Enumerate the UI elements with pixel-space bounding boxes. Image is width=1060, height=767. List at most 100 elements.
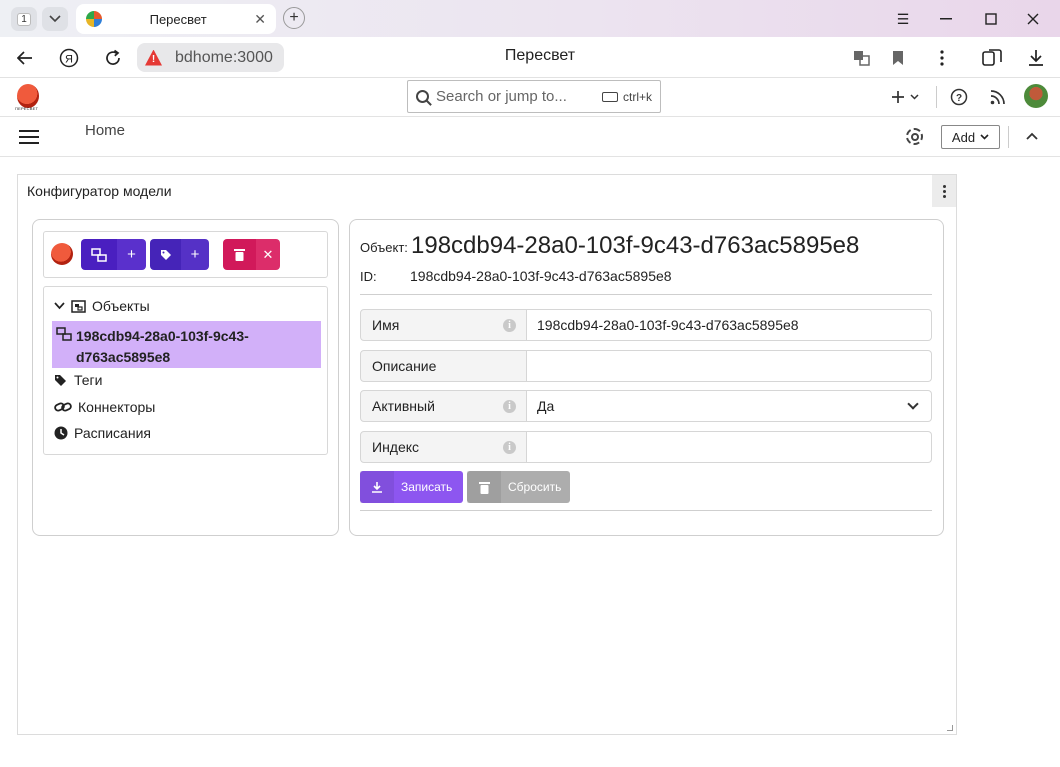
app-logo[interactable] (17, 84, 39, 108)
search-placeholder: Search or jump to... (436, 88, 567, 105)
delete-button-group: ✕ (223, 239, 280, 270)
tab-list-chevron-icon[interactable] (42, 7, 68, 31)
index-field-label: Индекс i (360, 431, 527, 463)
name-field[interactable]: 198cdb94-28a0-103f-9c43-d763ac5895e8 (527, 309, 932, 341)
minimize-icon[interactable] (934, 8, 958, 30)
url-field[interactable]: ! bdhome:3000 (137, 43, 284, 72)
reset-button[interactable]: Сбросить (467, 471, 570, 503)
field-label-text: Имя (372, 317, 400, 333)
tab-counter[interactable]: 1 (11, 7, 37, 31)
toolbar-logo (51, 243, 73, 265)
reload-icon[interactable] (101, 46, 125, 70)
object-node-icon (56, 327, 72, 341)
active-field-row: Активный i Да (360, 390, 932, 422)
search-shortcut-label: ctrl+k (622, 89, 652, 104)
tree-item-label: Расписания (74, 425, 151, 441)
tab-title: Пересвет (149, 11, 207, 27)
address-bar: Я ! bdhome:3000 Пересвет (0, 37, 1060, 78)
user-avatar[interactable] (1024, 84, 1048, 108)
maximize-icon[interactable] (979, 8, 1003, 30)
index-field[interactable] (527, 431, 932, 463)
tags-icon (55, 374, 66, 386)
panel-menu-icon[interactable] (932, 175, 956, 207)
field-value-text: Да (537, 398, 555, 414)
header-divider (936, 86, 937, 108)
tree-selected-label: 198cdb94-28a0-103f-9c43-d763ac5895e8 (76, 328, 249, 365)
index-field-row: Индекс i (360, 431, 932, 463)
description-field-row: Описание (360, 350, 932, 382)
sub-header: Home Add (0, 117, 1060, 157)
add-tag-button[interactable]: + (181, 239, 209, 270)
clock-icon (54, 426, 68, 440)
yandex-icon[interactable]: Я (57, 46, 81, 70)
collapse-chevron-icon[interactable] (1026, 127, 1038, 144)
trash-icon (234, 249, 245, 261)
field-label-text: Описание (372, 358, 437, 374)
object-icon-button[interactable] (81, 239, 117, 270)
id-value: 198cdb94-28a0-103f-9c43-d763ac5895e8 (410, 268, 672, 284)
panel-title: Конфигуратор модели (27, 183, 172, 199)
object-tree: Объекты 198cdb94-28a0-103f-9c43-d763ac58… (43, 286, 328, 455)
tag-button-group: + (150, 239, 209, 270)
reset-button-label: Сбросить (508, 480, 562, 494)
bookmark-icon[interactable] (886, 46, 910, 70)
back-icon[interactable] (13, 46, 37, 70)
chevron-down-icon (907, 398, 919, 410)
subheader-divider (1008, 126, 1009, 148)
info-icon[interactable]: i (503, 441, 516, 454)
svg-text:?: ? (956, 93, 962, 104)
new-tab-icon[interactable]: + (283, 7, 305, 29)
logo-caption: ПЕРЕСВЕТ (15, 106, 39, 111)
object-tree-icon (91, 247, 107, 262)
tree-item-schedules[interactable]: Расписания (54, 425, 151, 441)
tree-root-objects[interactable]: Объекты (54, 298, 150, 314)
add-button-label: Add (951, 129, 976, 145)
id-label: ID: (360, 269, 377, 284)
close-window-icon[interactable] (1021, 8, 1045, 30)
insecure-warning-icon[interactable]: ! (145, 49, 162, 66)
object-button-group: + (81, 239, 146, 270)
url-text: bdhome:3000 (175, 48, 273, 66)
description-field-label: Описание (360, 350, 527, 382)
create-new-dropdown[interactable] (890, 85, 922, 109)
chevron-down-icon[interactable] (54, 302, 65, 310)
search-input[interactable]: Search or jump to... ctrl+k (407, 80, 661, 113)
tree-toolbar: + + ✕ (43, 231, 328, 278)
app-header: ПЕРЕСВЕТ Search or jump to... ctrl+k ? (0, 78, 1060, 117)
add-object-button[interactable]: + (117, 239, 146, 270)
object-label: Объект: (360, 240, 408, 255)
save-button[interactable]: Записать (360, 471, 463, 503)
active-tab[interactable]: Пересвет ✕ (76, 4, 276, 34)
tree-item-tags[interactable]: Теги (54, 372, 102, 388)
menu-icon[interactable]: ☰ (891, 8, 915, 30)
active-select[interactable]: Да (527, 390, 932, 422)
page-title: Пересвет (504, 47, 576, 64)
news-feed-icon[interactable] (988, 85, 1008, 109)
delete-button[interactable] (223, 239, 256, 270)
tree-item-label: Теги (74, 372, 103, 388)
tree-item-label: Коннекторы (78, 399, 156, 415)
collections-icon[interactable] (980, 46, 1004, 70)
download-icon (360, 471, 394, 503)
downloads-icon[interactable] (1024, 46, 1048, 70)
description-field[interactable] (527, 350, 932, 382)
tree-selected-item[interactable]: 198cdb94-28a0-103f-9c43-d763ac5895e8 (52, 321, 321, 368)
keyboard-icon (601, 91, 618, 102)
more-vertical-icon[interactable] (930, 46, 954, 70)
hamburger-menu-icon[interactable] (19, 130, 39, 144)
tree-item-connectors[interactable]: Коннекторы (54, 399, 155, 415)
tag-icon-button[interactable] (150, 239, 181, 270)
field-label-text: Активный (372, 398, 435, 414)
help-icon[interactable]: ? (949, 85, 969, 109)
add-button[interactable]: Add (941, 125, 1000, 149)
translate-icon[interactable] (850, 46, 874, 70)
cancel-button[interactable]: ✕ (256, 239, 280, 270)
resize-handle[interactable] (947, 725, 953, 731)
breadcrumb-home[interactable]: Home (85, 122, 125, 139)
field-label-text: Индекс (372, 439, 420, 455)
name-field-label: Имя i (360, 309, 527, 341)
tab-close-icon[interactable]: ✕ (254, 11, 266, 28)
info-icon[interactable]: i (503, 319, 516, 332)
gear-icon[interactable] (906, 128, 923, 145)
info-icon[interactable]: i (503, 400, 516, 413)
